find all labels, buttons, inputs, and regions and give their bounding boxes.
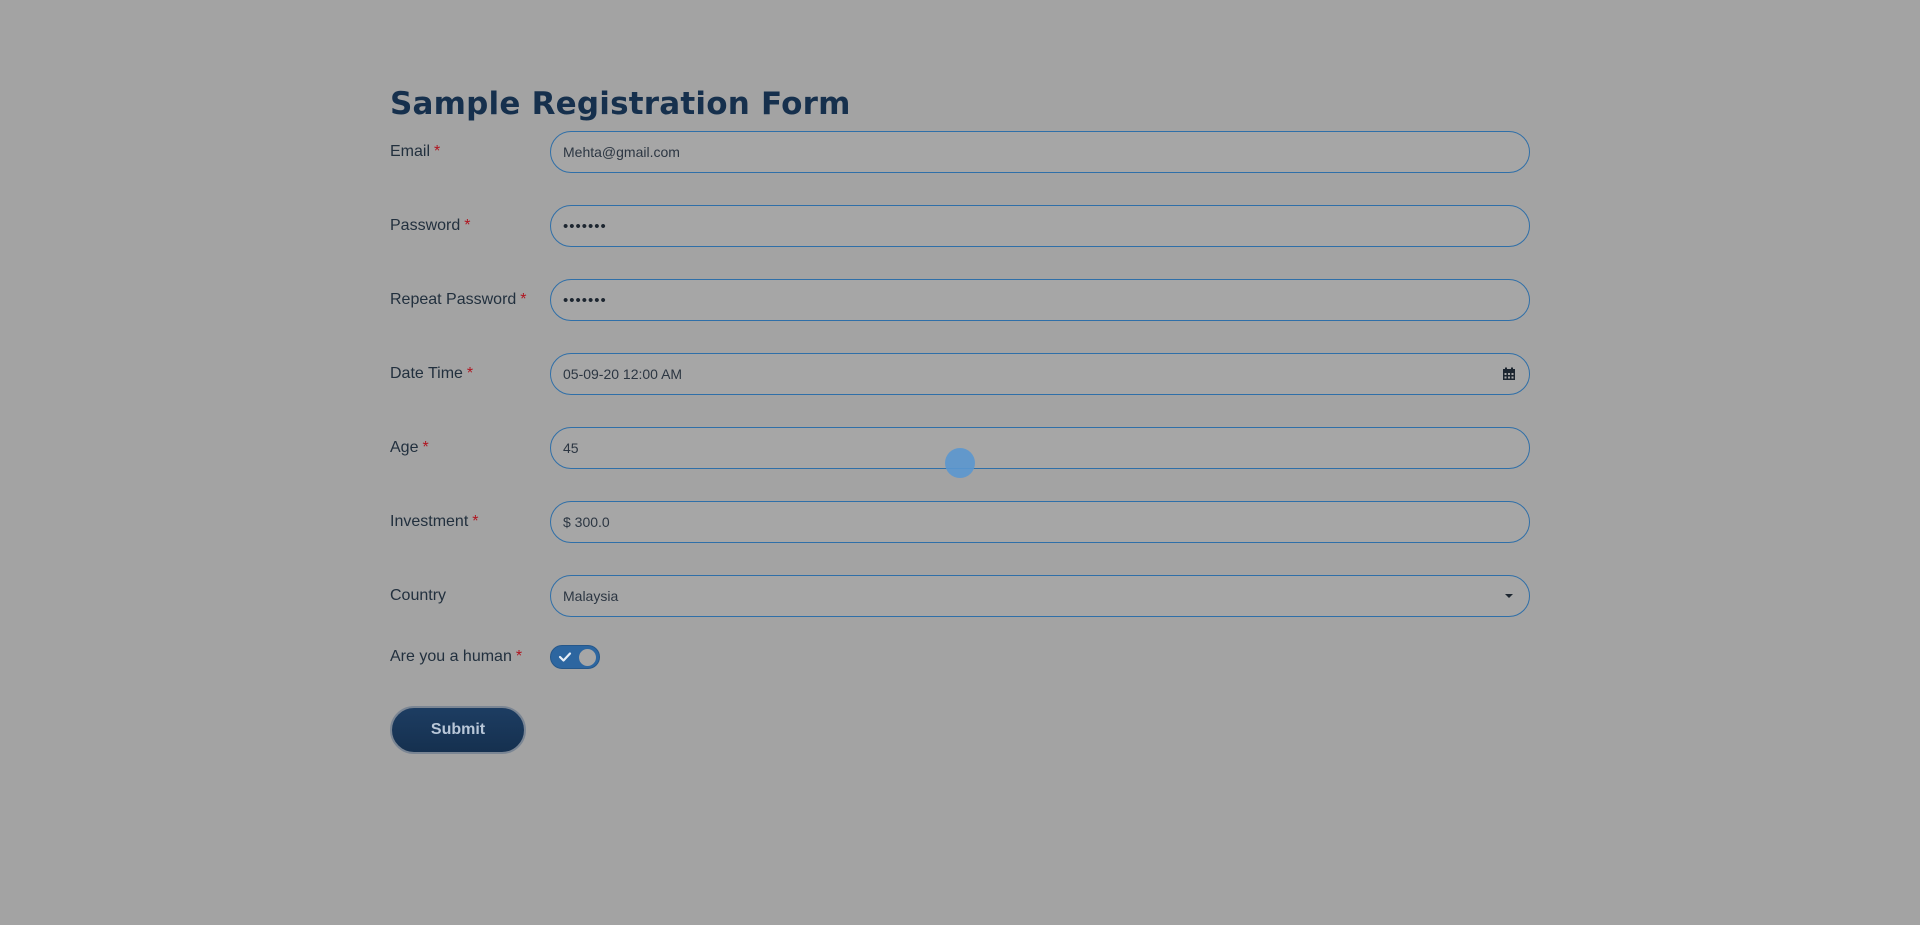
check-icon [558, 650, 572, 664]
age-value: 45 [563, 440, 579, 456]
required-marker: * [422, 439, 429, 456]
repeat-password-field[interactable]: ••••••• [550, 279, 1530, 321]
investment-field[interactable]: $ 300.0 [550, 501, 1530, 543]
investment-row: Investment * $ 300.0 [390, 501, 1530, 543]
required-marker: * [515, 648, 523, 665]
human-toggle[interactable] [550, 645, 600, 669]
required-marker: * [434, 143, 441, 160]
age-label: Age * [390, 439, 429, 456]
country-value: Malaysia [563, 588, 619, 604]
required-marker: * [472, 513, 479, 530]
required-marker: * [520, 291, 527, 308]
password-row: Password * ••••••• [390, 205, 1530, 247]
password-value: ••••••• [563, 217, 607, 235]
required-marker: * [464, 217, 471, 234]
calendar-icon[interactable] [1501, 366, 1517, 382]
country-label: Country [390, 587, 447, 604]
human-label: Are you a human * [390, 648, 523, 665]
page-title: Sample Registration Form [390, 86, 851, 122]
password-field[interactable]: ••••••• [550, 205, 1530, 247]
toggle-knob [578, 648, 597, 667]
password-label: Password * [390, 217, 471, 234]
repeat-password-label: Repeat Password * [390, 291, 527, 308]
investment-value: $ 300.0 [563, 514, 610, 530]
email-value: Mehta@gmail.com [563, 144, 680, 160]
datetime-value: 05-09-20 12:00 AM [563, 366, 683, 382]
human-row: Are you a human * [390, 639, 1530, 675]
datetime-row: Date Time * 05-09-20 12:00 AM [390, 353, 1530, 395]
submit-button[interactable]: Submit [390, 706, 526, 754]
country-row: Country Malaysia [390, 575, 1530, 617]
country-select[interactable]: Malaysia [550, 575, 1530, 617]
page: Sample Registration Form Email * Mehta@gm… [0, 0, 1920, 925]
email-field[interactable]: Mehta@gmail.com [550, 131, 1530, 173]
email-row: Email * Mehta@gmail.com [390, 131, 1530, 173]
datetime-label: Date Time * [390, 365, 474, 382]
chevron-down-icon[interactable] [1501, 588, 1517, 604]
registration-form: Sample Registration Form Email * Mehta@gm… [390, 84, 1530, 754]
required-marker: * [466, 365, 474, 382]
investment-label: Investment * [390, 513, 479, 530]
datetime-field[interactable]: 05-09-20 12:00 AM [550, 353, 1530, 395]
cursor-indicator [945, 448, 975, 478]
age-field[interactable]: 45 [550, 427, 1530, 469]
repeat-password-row: Repeat Password * ••••••• [390, 279, 1530, 321]
email-label: Email * [390, 143, 441, 160]
repeat-password-value: ••••••• [563, 291, 607, 309]
